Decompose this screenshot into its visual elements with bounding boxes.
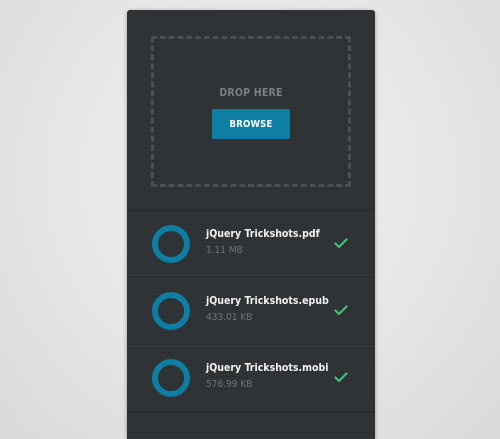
drop-zone[interactable]: DROP HERE BROWSE <box>151 36 351 187</box>
check-icon <box>334 372 348 383</box>
file-name: jQuery Trickshots.mobi <box>206 362 329 374</box>
file-list-item: jQuery Trickshots.pdf 1.11 MB <box>127 210 375 277</box>
file-name: jQuery Trickshots.epub <box>206 295 329 307</box>
progress-ring-icon <box>152 292 190 330</box>
progress-ring-icon <box>152 359 190 397</box>
upload-panel: DROP HERE BROWSE jQuery Trickshots.pdf 1… <box>127 10 375 439</box>
file-size: 1.11 MB <box>206 245 243 256</box>
check-icon <box>334 305 348 316</box>
file-name: jQuery Trickshots.pdf <box>206 228 320 240</box>
check-icon <box>334 238 348 249</box>
file-list-item: jQuery Trickshots.mobi 576.99 KB <box>127 344 375 412</box>
file-list-item: jQuery Trickshots.epub 433.01 KB <box>127 277 375 344</box>
file-list: jQuery Trickshots.pdf 1.11 MB jQuery Tri… <box>127 210 375 412</box>
file-size: 433.01 KB <box>206 312 253 323</box>
browse-button[interactable]: BROWSE <box>212 109 290 139</box>
progress-ring-icon <box>152 225 190 263</box>
file-size: 576.99 KB <box>206 379 253 390</box>
drop-here-label: DROP HERE <box>219 87 283 99</box>
